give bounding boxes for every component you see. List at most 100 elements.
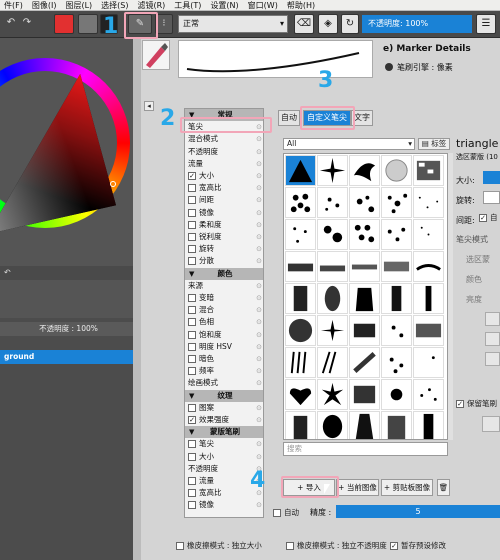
brush-tip-cell[interactable]	[349, 379, 380, 410]
save-preset-check[interactable]: ✓ 暂存预设修改	[390, 540, 480, 552]
lock-icon[interactable]: ⊙	[256, 243, 262, 255]
brush-tip-cell[interactable]	[413, 315, 444, 346]
checkbox[interactable]	[188, 184, 196, 193]
checkbox[interactable]	[188, 367, 196, 376]
tip-mode-selmask[interactable]: 选区蒙	[466, 254, 490, 265]
options-list-item[interactable]: ✓ 大小 ⊙	[185, 170, 263, 182]
layer-row-selected[interactable]: ground	[0, 350, 133, 364]
brush-tip-cell[interactable]	[285, 187, 316, 218]
checkbox[interactable]	[188, 306, 196, 315]
options-list-item[interactable]: 色相 ⊙	[185, 316, 263, 328]
brush-tip-cell[interactable]	[381, 379, 412, 410]
options-list-item[interactable]: 绘画模式 ⊙	[185, 377, 263, 389]
menu-select[interactable]: 选择(S)	[101, 0, 128, 11]
opacity-slider[interactable]: 不透明度: 100%	[362, 15, 472, 33]
options-list-item[interactable]: 间距 ⊙	[185, 194, 263, 206]
menu-layer[interactable]: 图层(L)	[65, 0, 92, 11]
lock-icon[interactable]: ⊙	[256, 133, 262, 145]
checkbox[interactable]	[188, 208, 196, 217]
trash-icon[interactable]: 🗑	[437, 479, 450, 496]
options-list-item[interactable]: 柔和度 ⊙	[185, 219, 263, 231]
options-section-header[interactable]: ▼ 颜色	[185, 267, 263, 280]
blend-mode-select[interactable]: 正常 ▾	[178, 15, 288, 33]
size-slider[interactable]	[483, 171, 500, 184]
brush-tip-cell[interactable]	[381, 219, 412, 250]
tool-options-icon[interactable]: ☰	[476, 14, 496, 34]
menu-file[interactable]: 件(F)	[4, 0, 23, 11]
checkbox[interactable]	[188, 318, 196, 327]
options-list-item[interactable]: ✓ 效果强度 ⊙	[185, 414, 263, 426]
collapse-icon[interactable]: ◂	[144, 101, 154, 111]
brush-tip-cell[interactable]	[285, 379, 316, 410]
options-list-item[interactable]: 来源 ⊙	[185, 280, 263, 292]
lock-icon[interactable]: ⊙	[256, 402, 262, 414]
options-list-item[interactable]: 饱和度 ⊙	[185, 329, 263, 341]
menu-window[interactable]: 窗口(W)	[248, 0, 278, 11]
lock-icon[interactable]: ⊙	[256, 341, 262, 353]
lock-icon[interactable]: ⊙	[256, 231, 262, 243]
checkbox[interactable]	[188, 330, 196, 339]
options-list-item[interactable]: 镜像 ⊙	[185, 207, 263, 219]
brush-tip-cell[interactable]	[381, 411, 412, 439]
brush-tip-cell[interactable]	[413, 411, 444, 439]
spacing-auto-check[interactable]: ✓ 自	[479, 212, 500, 224]
checkbox[interactable]	[188, 489, 196, 498]
brush-tip-cell[interactable]	[349, 219, 380, 250]
brush-tip-cell[interactable]	[413, 379, 444, 410]
lock-icon[interactable]: ⊙	[256, 365, 262, 377]
brush-tip-cell[interactable]	[349, 315, 380, 346]
menu-filter[interactable]: 滤镜(R)	[137, 0, 165, 11]
tag-filter-select[interactable]: All ▾	[283, 138, 415, 150]
preserve-alpha-icon[interactable]: ◈	[318, 14, 338, 34]
current-image-button[interactable]: + 当前图像	[336, 479, 379, 496]
brush-tip-cell[interactable]	[317, 347, 348, 378]
eraser-icon[interactable]: ⌫	[294, 14, 314, 34]
undo-icon[interactable]: ↶	[4, 14, 18, 34]
brush-tip-cell[interactable]	[317, 187, 348, 218]
lock-icon[interactable]: ⊙	[256, 194, 262, 206]
lock-icon[interactable]: ⊙	[256, 182, 262, 194]
lock-icon[interactable]: ⊙	[256, 255, 262, 267]
checkbox[interactable]	[188, 501, 196, 510]
brush-tip-cell[interactable]	[349, 347, 380, 378]
lock-icon[interactable]: ⊙	[256, 280, 262, 292]
brush-tip-cell[interactable]	[413, 347, 444, 378]
options-section-header[interactable]: ▼ 纹理	[185, 389, 263, 402]
checkbox[interactable]	[188, 452, 196, 461]
checkbox[interactable]	[188, 257, 196, 266]
options-list-item[interactable]: 流量 ⊙	[185, 158, 263, 170]
rotation-field[interactable]	[483, 191, 500, 204]
checkbox[interactable]	[188, 245, 196, 254]
brush-tip-cell[interactable]	[381, 283, 412, 314]
lock-icon[interactable]: ⊙	[256, 170, 262, 182]
options-list-item[interactable]: 暗色 ⊙	[185, 353, 263, 365]
brush-tip-cell[interactable]	[317, 411, 348, 439]
checkbox[interactable]	[188, 294, 196, 302]
options-list-item[interactable]: 锐利度 ⊙	[185, 231, 263, 243]
lock-icon[interactable]: ⊙	[256, 304, 262, 316]
color-picker-handle[interactable]	[110, 181, 116, 187]
checkbox[interactable]	[188, 403, 196, 412]
checkbox[interactable]	[188, 477, 196, 485]
tag-button[interactable]: ▤ 标签	[418, 138, 450, 150]
option-button-2[interactable]	[485, 332, 500, 346]
keep-brush-check[interactable]: ✓ 保留笔刷	[456, 398, 500, 410]
options-list-item[interactable]: 不透明度 ⊙	[185, 146, 263, 158]
lock-icon[interactable]: ⊙	[256, 207, 262, 219]
background-color-swatch[interactable]	[78, 14, 98, 34]
lock-icon[interactable]: ⊙	[256, 158, 262, 170]
brush-tip-cell[interactable]	[349, 411, 380, 439]
brush-tip-cell[interactable]	[381, 315, 412, 346]
options-list-item[interactable]: 图案 ⊙	[185, 402, 263, 414]
options-list-item[interactable]: 旋转 ⊙	[185, 243, 263, 255]
options-list-item[interactable]: 分散 ⊙	[185, 255, 263, 267]
options-list-item[interactable]: 镜像 ⊙	[185, 499, 263, 511]
brush-tip-cell[interactable]	[413, 283, 444, 314]
foreground-color-swatch[interactable]	[54, 14, 74, 34]
layer-opacity[interactable]: 不透明度 : 100%	[0, 322, 133, 336]
brush-tip-cell[interactable]	[285, 315, 316, 346]
lock-icon[interactable]: ⊙	[256, 353, 262, 365]
brush-tip-cell[interactable]	[285, 219, 316, 250]
checkbox[interactable]: ✓	[188, 416, 196, 424]
undo-small-icon[interactable]: ↶	[4, 268, 11, 277]
